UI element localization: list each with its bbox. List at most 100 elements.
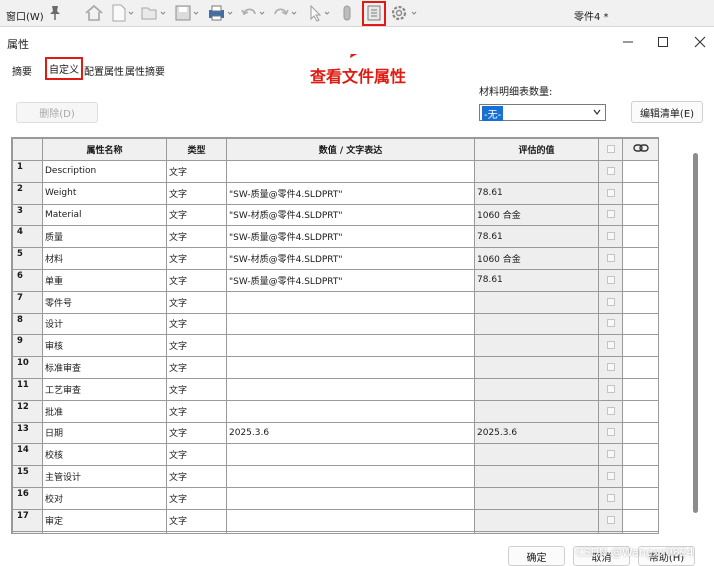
undo-icon[interactable] bbox=[240, 4, 268, 22]
row-checkbox-cell[interactable] bbox=[598, 247, 623, 270]
table-row[interactable]: 7 零件号 文字 bbox=[12, 290, 658, 314]
edit-list-button[interactable]: 编辑清单(E) bbox=[631, 101, 703, 123]
minimize-button[interactable] bbox=[616, 32, 640, 52]
row-checkbox-cell[interactable] bbox=[598, 268, 623, 292]
row-checkbox-cell[interactable] bbox=[598, 312, 623, 336]
value-expression-cell[interactable]: "SW-质量@零件4.SLDPRT" bbox=[226, 181, 475, 205]
row-checkbox-cell[interactable] bbox=[598, 334, 623, 358]
row-checkbox[interactable] bbox=[606, 297, 615, 306]
property-name-cell[interactable]: 工艺审查 bbox=[42, 377, 167, 401]
type-cell[interactable]: 文字 bbox=[166, 203, 227, 227]
options-gear-icon[interactable] bbox=[390, 4, 420, 22]
value-expression-cell[interactable] bbox=[226, 377, 475, 401]
tab-properties-summary[interactable]: 属性摘要 bbox=[125, 63, 165, 78]
row-checkbox[interactable] bbox=[606, 210, 615, 219]
row-checkbox[interactable] bbox=[606, 254, 615, 263]
row-checkbox[interactable] bbox=[606, 450, 615, 459]
property-name-cell[interactable]: 设计 bbox=[42, 312, 167, 336]
print-icon[interactable] bbox=[207, 4, 235, 22]
type-cell[interactable]: 文字 bbox=[166, 334, 227, 358]
value-expression-cell[interactable] bbox=[226, 443, 475, 467]
new-document-icon[interactable] bbox=[110, 4, 136, 22]
row-checkbox[interactable] bbox=[606, 166, 615, 175]
redo-icon[interactable] bbox=[272, 4, 300, 22]
property-name-cell[interactable]: 审定 bbox=[42, 508, 167, 532]
property-name-cell[interactable]: 审核 bbox=[42, 334, 167, 358]
table-row[interactable]: 10 标准审查 文字 bbox=[12, 356, 658, 379]
property-name-cell[interactable]: 零件号 bbox=[42, 290, 167, 314]
home-icon[interactable] bbox=[84, 4, 104, 22]
value-expression-cell[interactable] bbox=[226, 290, 475, 314]
select-all-checkbox[interactable] bbox=[606, 145, 615, 153]
value-expression-cell[interactable] bbox=[226, 465, 475, 488]
table-row[interactable]: 9 审核 文字 bbox=[12, 334, 658, 358]
row-checkbox[interactable] bbox=[606, 472, 615, 481]
value-expression-cell[interactable] bbox=[226, 486, 475, 510]
row-checkbox[interactable] bbox=[606, 232, 615, 241]
tab-custom[interactable]: 自定义 bbox=[45, 57, 83, 80]
property-name-cell[interactable] bbox=[42, 530, 167, 533]
type-cell[interactable]: 文字 bbox=[166, 160, 227, 183]
row-checkbox[interactable] bbox=[606, 275, 615, 284]
property-name-cell[interactable]: 标准审查 bbox=[42, 356, 167, 379]
row-checkbox[interactable] bbox=[606, 384, 615, 393]
row-checkbox[interactable] bbox=[606, 493, 615, 502]
value-expression-cell[interactable] bbox=[226, 530, 475, 533]
row-checkbox[interactable] bbox=[606, 406, 615, 415]
row-checkbox-cell[interactable] bbox=[598, 181, 623, 205]
property-name-cell[interactable]: 主管设计 bbox=[42, 465, 167, 488]
table-row[interactable]: 8 设计 文字 bbox=[12, 312, 658, 336]
table-row[interactable]: 4 质量 文字 "SW-质量@零件4.SLDPRT" 78.61 bbox=[12, 225, 658, 249]
value-expression-cell[interactable] bbox=[226, 356, 475, 379]
property-name-cell[interactable]: Weight bbox=[42, 181, 167, 205]
type-cell[interactable]: 文字 bbox=[166, 356, 227, 379]
tab-summary[interactable]: 摘要 bbox=[12, 63, 32, 78]
table-row[interactable]: 16 校对 文字 bbox=[12, 486, 658, 510]
select-arrow-icon[interactable] bbox=[306, 4, 334, 22]
row-checkbox-cell[interactable] bbox=[598, 356, 623, 379]
table-row[interactable]: 18 bbox=[12, 530, 658, 533]
value-expression-cell[interactable] bbox=[226, 160, 475, 183]
property-name-cell[interactable]: Material bbox=[42, 203, 167, 227]
table-row[interactable]: 12 批准 文字 bbox=[12, 399, 658, 423]
property-name-cell[interactable]: 材料 bbox=[42, 247, 167, 270]
property-name-cell[interactable]: Description bbox=[42, 160, 167, 183]
table-row[interactable]: 6 单重 文字 "SW-质量@零件4.SLDPRT" 78.61 bbox=[12, 268, 658, 292]
header-link[interactable] bbox=[622, 138, 658, 161]
grid-scrollbar[interactable] bbox=[691, 145, 699, 535]
row-checkbox-cell[interactable] bbox=[598, 203, 623, 227]
value-expression-cell[interactable] bbox=[226, 399, 475, 423]
table-row[interactable]: 14 校核 文字 bbox=[12, 443, 658, 467]
save-icon[interactable] bbox=[174, 4, 202, 22]
row-checkbox[interactable] bbox=[606, 188, 615, 197]
table-row[interactable]: 11 工艺审查 文字 bbox=[12, 377, 658, 401]
type-cell[interactable] bbox=[166, 530, 227, 533]
window-menu[interactable]: 窗口(W) bbox=[6, 8, 44, 23]
row-checkbox-cell[interactable] bbox=[598, 399, 623, 423]
type-cell[interactable]: 文字 bbox=[166, 486, 227, 510]
type-cell[interactable]: 文字 bbox=[166, 421, 227, 445]
type-cell[interactable]: 文字 bbox=[166, 465, 227, 488]
row-checkbox-cell[interactable] bbox=[598, 225, 623, 249]
type-cell[interactable]: 文字 bbox=[166, 290, 227, 314]
rebuild-icon[interactable] bbox=[340, 4, 354, 22]
table-row[interactable]: 5 材料 文字 "SW-材质@零件4.SLDPRT" 1060 合金 bbox=[12, 247, 658, 270]
pin-icon[interactable] bbox=[48, 5, 62, 21]
property-name-cell[interactable]: 日期 bbox=[42, 421, 167, 445]
row-checkbox-cell[interactable] bbox=[598, 160, 623, 183]
property-name-cell[interactable]: 质量 bbox=[42, 225, 167, 249]
row-checkbox-cell[interactable] bbox=[598, 290, 623, 314]
table-row[interactable]: 13 日期 文字 2025.3.6 2025.3.6 bbox=[12, 421, 658, 445]
table-row[interactable]: 15 主管设计 文字 bbox=[12, 465, 658, 488]
property-name-cell[interactable]: 单重 bbox=[42, 268, 167, 292]
close-button[interactable] bbox=[688, 32, 712, 52]
type-cell[interactable]: 文字 bbox=[166, 181, 227, 205]
row-checkbox-cell[interactable] bbox=[598, 421, 623, 445]
type-cell[interactable]: 文字 bbox=[166, 268, 227, 292]
row-checkbox[interactable] bbox=[606, 341, 615, 350]
type-cell[interactable]: 文字 bbox=[166, 399, 227, 423]
value-expression-cell[interactable]: "SW-质量@零件4.SLDPRT" bbox=[226, 268, 475, 292]
type-cell[interactable]: 文字 bbox=[166, 508, 227, 532]
value-expression-cell[interactable]: "SW-质量@零件4.SLDPRT" bbox=[226, 225, 475, 249]
bom-quantity-select[interactable]: -无- bbox=[479, 104, 606, 121]
